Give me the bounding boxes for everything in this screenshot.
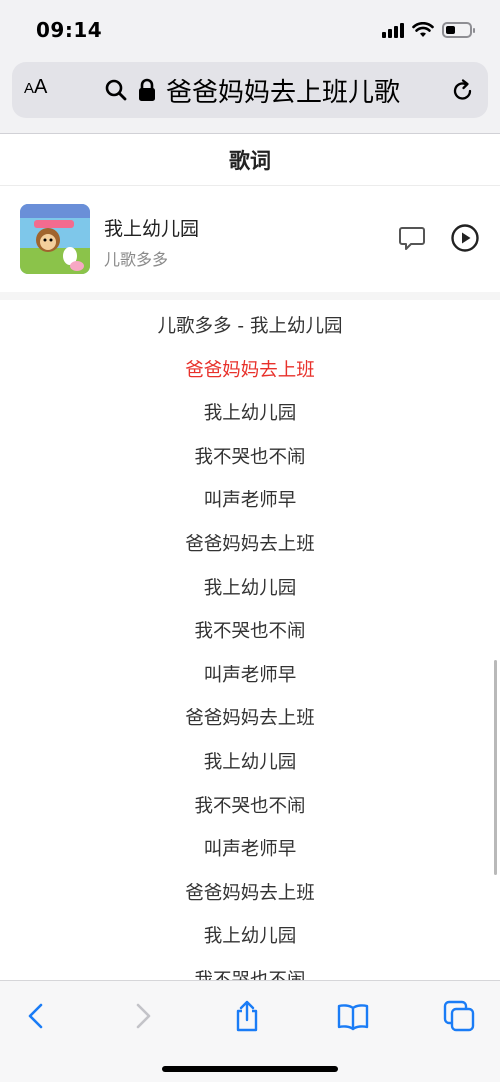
song-artist[interactable]: 儿歌多多: [104, 246, 168, 270]
lyric-line: 我上幼儿园: [203, 751, 297, 773]
lyric-line: 我不哭也不闹: [194, 795, 306, 817]
lyric-line-active: 爸爸妈妈去上班: [185, 359, 315, 381]
lyric-line: 我不哭也不闹: [194, 621, 306, 643]
lyric-line: 我上幼儿园: [203, 403, 297, 425]
url-display[interactable]: 爸爸妈妈去上班儿歌: [104, 72, 400, 108]
album-art-image: [20, 204, 90, 274]
reload-icon[interactable]: [450, 78, 476, 104]
home-indicator: [162, 1066, 338, 1072]
song-card[interactable]: 我上幼儿园 儿歌多多: [0, 186, 500, 292]
status-time: 09:14: [36, 18, 103, 42]
lock-icon: [139, 78, 155, 101]
album-art[interactable]: [20, 204, 90, 274]
lyric-line: 我不哭也不闹: [194, 446, 306, 468]
address-bar[interactable]: AA 爸爸妈妈去上班儿歌: [12, 62, 488, 118]
search-icon: [105, 79, 127, 101]
lyric-line: 我上幼儿园: [203, 926, 297, 948]
lyric-line: 叫声老师早: [203, 664, 297, 686]
lyric-line: 爸爸妈妈去上班: [185, 708, 315, 730]
tabs-icon[interactable]: [442, 999, 476, 1033]
comment-icon[interactable]: [398, 224, 426, 252]
browser-address-area: AA 爸爸妈妈去上班儿歌: [0, 58, 500, 134]
lyric-line: 爸爸妈妈去上班: [185, 533, 315, 555]
reader-text-size-button[interactable]: AA: [24, 76, 47, 99]
lyric-line: 儿歌多多 - 我上幼儿园: [157, 316, 343, 337]
status-icons: [382, 18, 475, 42]
signal-icon: [382, 22, 404, 38]
wifi-icon: [412, 22, 434, 37]
bookmarks-icon[interactable]: [336, 999, 370, 1033]
url-text: 爸爸妈妈去上班儿歌: [166, 77, 401, 108]
lyric-line: 我不哭也不闹: [0, 959, 500, 980]
status-bar: 09:14: [0, 0, 500, 58]
section-divider: [0, 292, 500, 300]
share-icon[interactable]: [230, 999, 264, 1033]
lyric-line: 爸爸妈妈去上班: [185, 882, 315, 904]
page-title: 歌词: [229, 148, 271, 173]
page-header: 歌词: [0, 134, 500, 186]
play-icon[interactable]: [450, 223, 480, 253]
forward-icon[interactable]: [125, 999, 159, 1033]
song-title[interactable]: 我上幼儿园: [104, 214, 199, 241]
battery-icon: [442, 22, 475, 38]
scrollbar[interactable]: [494, 660, 497, 875]
back-icon[interactable]: [20, 999, 54, 1033]
lyric-line: 叫声老师早: [203, 490, 297, 512]
lyrics-list[interactable]: 儿歌多多 - 我上幼儿园 爸爸妈妈去上班 我上幼儿园 我不哭也不闹 叫声老师早 …: [0, 305, 500, 980]
lyric-line: 我上幼儿园: [203, 577, 297, 599]
lyric-line: 叫声老师早: [203, 839, 297, 861]
